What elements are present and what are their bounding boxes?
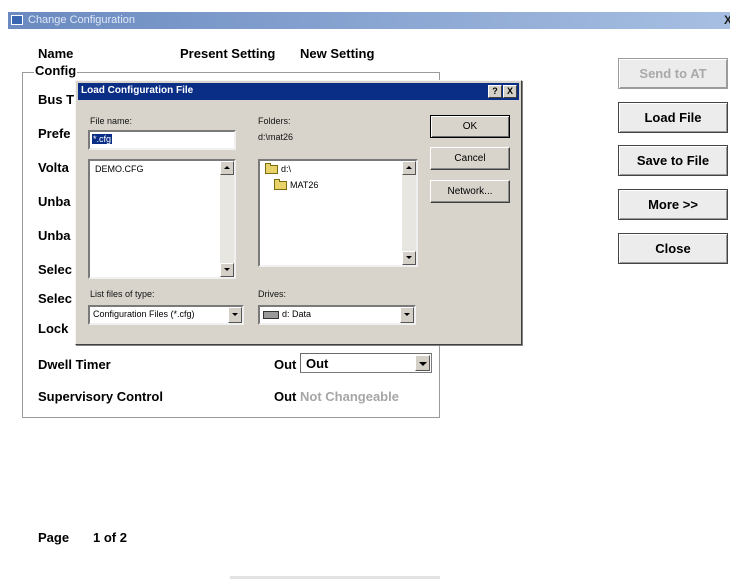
close-button[interactable]: Close — [618, 233, 728, 264]
folder-list-scrollbar[interactable] — [402, 161, 416, 265]
scroll-down-icon[interactable] — [402, 251, 416, 265]
drives-label: Drives: — [258, 289, 287, 299]
row-label-bus: Bus T — [38, 92, 75, 107]
file-name-value: *.cfg — [92, 134, 113, 144]
chevron-down-icon[interactable] — [400, 307, 414, 323]
dialog-title: Load Configuration File — [81, 85, 194, 96]
send-to-at-button[interactable]: Send to AT — [618, 58, 728, 89]
folder-item-root[interactable]: d:\ — [265, 163, 291, 175]
header-new-setting: New Setting — [300, 46, 375, 61]
folder-open-icon — [265, 163, 278, 175]
main-titlebar: Change Configuration X — [8, 12, 730, 29]
dwell-timer-select-value: Out — [306, 356, 329, 371]
folder-icon — [274, 179, 287, 191]
window-close-button[interactable]: X — [724, 13, 730, 27]
config-group-label: Config — [34, 63, 78, 78]
scroll-up-icon[interactable] — [402, 161, 416, 175]
row-label-lockout: Lock — [38, 321, 69, 336]
row-label-unbalance-2: Unba — [38, 228, 71, 243]
supervisory-control-present: Out — [274, 389, 297, 404]
folders-path: d:\mat26 — [258, 132, 294, 142]
folders-label: Folders: — [258, 116, 291, 126]
row-label-preferred: Prefe — [38, 126, 71, 141]
file-type-select[interactable]: Configuration Files (*.cfg) — [88, 305, 244, 325]
dwell-timer-select[interactable]: Out — [300, 353, 432, 373]
cancel-button[interactable]: Cancel — [430, 147, 510, 170]
dialog-close-button[interactable]: X — [503, 85, 517, 98]
drive-select[interactable]: d: Data — [258, 305, 416, 325]
row-label-unbalance-1: Unba — [38, 194, 71, 209]
dwell-timer-present: Out — [274, 357, 297, 372]
header-present-setting: Present Setting — [180, 46, 276, 61]
row-label-voltage: Volta — [38, 160, 69, 175]
row-label-dwell-timer: Dwell Timer — [38, 357, 111, 372]
drive-icon — [263, 310, 279, 319]
file-name-label: File name: — [90, 116, 133, 126]
file-name-input[interactable]: *.cfg — [88, 130, 236, 150]
load-configuration-dialog: Load Configuration File ? X File name: *… — [75, 80, 522, 345]
scroll-down-icon[interactable] — [220, 263, 234, 277]
window-title: Change Configuration — [28, 14, 136, 26]
row-label-supervisory-control: Supervisory Control — [38, 389, 163, 404]
save-to-file-button[interactable]: Save to File — [618, 145, 728, 176]
dialog-titlebar: Load Configuration File ? X — [78, 83, 519, 100]
ok-button[interactable]: OK — [430, 115, 510, 138]
window-icon — [11, 15, 23, 25]
file-list-scrollbar[interactable] — [220, 161, 234, 277]
more-button[interactable]: More >> — [618, 189, 728, 220]
chevron-down-icon[interactable] — [415, 355, 430, 371]
file-list[interactable]: DEMO.CFG — [88, 159, 236, 279]
drive-value-wrap: d: Data — [263, 309, 311, 319]
folder-item-mat26[interactable]: MAT26 — [274, 179, 318, 191]
row-label-select-1: Selec — [38, 262, 72, 277]
scroll-up-icon[interactable] — [220, 161, 234, 175]
load-file-button[interactable]: Load File — [618, 102, 728, 133]
row-label-select-2: Selec — [38, 291, 72, 306]
network-button[interactable]: Network... — [430, 180, 510, 203]
chevron-down-icon[interactable] — [228, 307, 242, 323]
drive-value: d: Data — [282, 309, 312, 319]
page-label: Page — [38, 530, 70, 545]
file-type-label: List files of type: — [90, 289, 155, 299]
help-button[interactable]: ? — [488, 85, 502, 98]
header-name: Name — [38, 46, 74, 61]
supervisory-control-new: Not Changeable — [300, 389, 399, 404]
file-type-value: Configuration Files (*.cfg) — [93, 309, 195, 319]
folder-list[interactable]: d:\ MAT26 — [258, 159, 418, 267]
page-indicator: 1 of 2 — [93, 530, 127, 545]
file-list-item[interactable]: DEMO.CFG — [95, 164, 144, 174]
